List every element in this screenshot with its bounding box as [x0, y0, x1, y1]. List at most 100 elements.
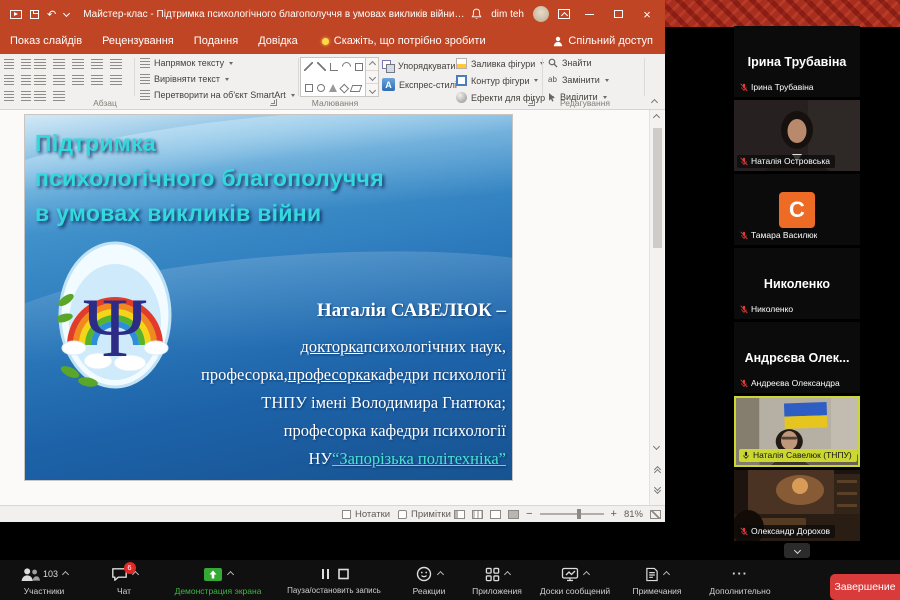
collapse-videos-button[interactable] [784, 543, 810, 558]
participant-tile[interactable]: Николенко Николенко [734, 248, 860, 319]
close-button[interactable]: × [637, 0, 657, 28]
tell-me-box[interactable]: Скажіть, що потрібно зробити [322, 35, 486, 47]
screen-share-button[interactable]: Демонстрация экрана [160, 566, 276, 596]
bullets-icon[interactable] [34, 59, 46, 69]
zoom-out-icon[interactable]: − [526, 508, 532, 520]
apps-button[interactable]: Приложения [464, 566, 530, 596]
comments-toggle[interactable]: Примітки [394, 506, 455, 522]
font-tool-icon[interactable] [4, 59, 14, 69]
previous-slide-button[interactable] [653, 462, 662, 478]
shape-triangle-icon[interactable] [329, 84, 337, 92]
signed-in-user[interactable]: dim teh [491, 9, 524, 20]
minimize-button[interactable] [579, 0, 599, 28]
numbering-icon[interactable] [53, 59, 65, 69]
notes-button[interactable]: Примечания [622, 566, 692, 596]
slideshow-view-icon[interactable] [508, 510, 519, 519]
line-spacing-icon[interactable] [110, 59, 122, 69]
zoom-in-icon[interactable]: + [611, 508, 617, 520]
slide-canvas[interactable]: Підтримка психологічного благополуччя в … [25, 115, 512, 480]
tab-view[interactable]: Подання [184, 28, 248, 54]
shape-circle-icon[interactable] [317, 84, 325, 92]
notes-toggle[interactable]: Нотатки [338, 506, 394, 522]
shape-line-icon[interactable] [317, 62, 326, 71]
normal-view-icon[interactable] [454, 510, 465, 519]
shape-arc-icon[interactable] [340, 60, 353, 73]
chevron-up-icon[interactable] [503, 570, 510, 577]
undo-icon[interactable]: ↶ [47, 9, 56, 20]
align-right-icon[interactable] [72, 75, 84, 85]
scroll-down-icon[interactable] [653, 443, 660, 450]
align-left-icon[interactable] [34, 75, 46, 85]
gallery-scroll-down[interactable] [366, 71, 378, 84]
paragraph-dialog-launcher[interactable] [270, 99, 277, 106]
gallery-scroll-up[interactable] [366, 58, 378, 71]
shape-rectangle-icon[interactable] [355, 63, 363, 71]
scrollbar-thumb[interactable] [653, 128, 662, 248]
chevron-up-icon[interactable] [663, 570, 670, 577]
zoom-level[interactable]: 81% [624, 509, 643, 520]
participants-button[interactable]: 103 Участники [2, 566, 86, 596]
shape-elbow-icon[interactable] [330, 63, 338, 71]
slide-sorter-view-icon[interactable] [472, 510, 483, 519]
scroll-up-icon[interactable] [653, 114, 660, 121]
paragraph-tool-icon[interactable] [34, 91, 46, 101]
chevron-up-icon[interactable] [62, 570, 69, 577]
end-meeting-button[interactable]: Завершение [830, 574, 900, 600]
maximize-button[interactable] [608, 0, 628, 28]
shape-parallelogram-icon[interactable] [350, 85, 363, 92]
zoom-slider[interactable] [540, 513, 604, 515]
font-tool-icon[interactable] [21, 91, 31, 101]
shape-line-icon[interactable] [304, 62, 313, 71]
shape-outline-button[interactable]: Контур фігури [456, 75, 538, 86]
shape-diamond-icon[interactable] [339, 83, 348, 92]
font-tool-icon[interactable] [4, 91, 14, 101]
shapes-gallery[interactable] [300, 57, 366, 97]
chat-button[interactable]: 6 Чат [92, 566, 156, 596]
collapse-ribbon-icon[interactable] [651, 99, 658, 106]
chevron-up-icon[interactable] [227, 570, 234, 577]
tab-slide-show[interactable]: Показ слайдів [0, 28, 92, 54]
participant-tile-active-speaker[interactable]: Наталія Савелюк (ТНПУ) [734, 396, 860, 467]
qat-customize-chevron-icon[interactable] [63, 9, 70, 16]
font-tool-icon[interactable] [21, 75, 31, 85]
slideshow-icon[interactable] [10, 10, 22, 19]
justify-icon[interactable] [91, 75, 103, 85]
chevron-up-icon[interactable] [436, 570, 443, 577]
indent-decrease-icon[interactable] [72, 59, 84, 69]
columns-icon[interactable] [110, 75, 122, 85]
bell-icon[interactable] [471, 8, 482, 20]
participant-tile[interactable]: Андрєєва Олек... Андреєва Олександра [734, 322, 860, 393]
reading-view-icon[interactable] [490, 510, 501, 519]
user-avatar[interactable] [533, 6, 549, 22]
participant-tile[interactable]: Олександр Дорохов [734, 470, 860, 541]
participant-tile[interactable]: C Тамара Василюк [734, 174, 860, 245]
shape-fill-button[interactable]: Заливка фігури [456, 58, 544, 69]
quick-styles-button[interactable]: AЕкспрес-стилі [382, 78, 466, 91]
text-direction-button[interactable]: Напрямок тексту [140, 58, 233, 68]
fit-slide-icon[interactable] [650, 510, 661, 519]
next-slide-button[interactable] [653, 482, 662, 498]
align-text-button[interactable]: Вирівняти текст [140, 74, 229, 84]
reactions-button[interactable]: Реакции [396, 566, 462, 596]
zoom-slider-thumb[interactable] [577, 509, 581, 519]
shape-square-icon[interactable] [305, 84, 313, 92]
tab-help[interactable]: Довідка [248, 28, 308, 54]
chevron-up-icon[interactable] [583, 570, 590, 577]
save-icon[interactable] [30, 10, 39, 19]
vertical-scrollbar[interactable] [649, 110, 664, 505]
tab-review[interactable]: Рецензування [92, 28, 184, 54]
find-button[interactable]: Знайти [548, 58, 592, 68]
replace-button[interactable]: abЗамінити [548, 75, 609, 85]
indent-increase-icon[interactable] [91, 59, 103, 69]
font-tool-icon[interactable] [21, 59, 31, 69]
share-button[interactable]: Спільний доступ [553, 35, 665, 47]
ribbon-display-options-icon[interactable] [558, 9, 570, 19]
participant-tile[interactable]: Ірина Трубавіна Ірина Трубавіна [734, 26, 860, 97]
arrange-button[interactable]: Упорядкувати [382, 60, 464, 72]
gallery-more-button[interactable] [366, 84, 378, 96]
whiteboards-button[interactable]: Доски сообщений [532, 566, 618, 596]
more-button[interactable]: ··· Дополнительно [698, 566, 782, 596]
align-center-icon[interactable] [53, 75, 65, 85]
record-controls[interactable]: Пауза/остановить запись [282, 566, 386, 595]
participant-tile[interactable]: Наталія Островська [734, 100, 860, 171]
